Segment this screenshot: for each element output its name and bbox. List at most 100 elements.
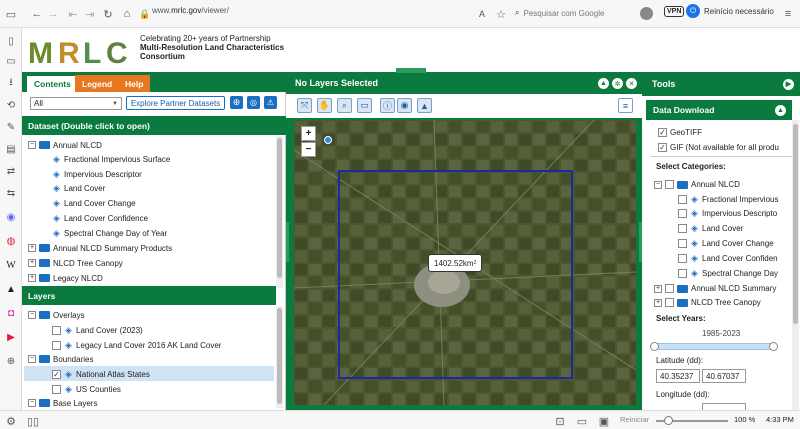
- profile-avatar-icon[interactable]: [640, 7, 653, 20]
- category-tree-canopy[interactable]: + NLCD Tree Canopy: [654, 296, 761, 308]
- layer-checkbox[interactable]: [52, 384, 61, 394]
- layer-item-land-cover-2023[interactable]: ◈ Land Cover (2023): [52, 323, 143, 337]
- reading-list-icon[interactable]: ▭: [4, 54, 18, 68]
- vivaldi-icon[interactable]: ◍: [4, 234, 18, 248]
- latitude-max-input[interactable]: 40.67037: [702, 369, 746, 383]
- layers-scrollbar[interactable]: [276, 306, 283, 408]
- tree-item-impervious-descriptor[interactable]: ◈ Impervious Descriptor: [52, 167, 142, 181]
- category-annual-nlcd[interactable]: − Annual NLCD: [654, 178, 740, 191]
- layer-group-overlays[interactable]: − Overlays: [28, 308, 85, 322]
- restart-button[interactable]: ⏻ Reinício necessário: [686, 4, 774, 18]
- mastodon-icon[interactable]: ◉: [4, 210, 18, 224]
- left-splitter[interactable]: [286, 222, 289, 262]
- lock-icon[interactable]: 🔒: [137, 6, 153, 22]
- tools-scrollbar[interactable]: [792, 120, 799, 410]
- history-icon[interactable]: ⟲: [4, 98, 18, 112]
- zoom-slider-handle[interactable]: [664, 416, 673, 425]
- tile-icon[interactable]: ▭: [574, 413, 590, 429]
- checkbox-checked[interactable]: ✓: [658, 128, 667, 137]
- layer-item-national-atlas-states[interactable]: ✓ ◈ National Atlas States: [52, 367, 150, 381]
- category-land-cover[interactable]: ◈ Land Cover: [678, 222, 743, 235]
- identify-icon[interactable]: ⓘ: [380, 98, 395, 113]
- panel-toggle-icon[interactable]: ▯▯: [25, 413, 41, 429]
- sync-icon[interactable]: ⇆: [4, 186, 18, 200]
- close-icon[interactable]: ✕: [626, 78, 637, 89]
- full-extent-icon[interactable]: ⤧: [297, 98, 312, 113]
- reset-zoom-button[interactable]: Reiniciar: [620, 415, 649, 424]
- format-gif[interactable]: ✓ GIF (Not available for all produ: [658, 141, 792, 154]
- tab-contents[interactable]: Contents: [26, 75, 79, 92]
- address-bar[interactable]: www.mrlc.gov/viewer/: [152, 6, 229, 15]
- years-slider[interactable]: [650, 342, 778, 351]
- category-checkbox[interactable]: [678, 209, 687, 218]
- pan-hand-icon[interactable]: ✋: [317, 98, 332, 113]
- warning-icon[interactable]: ⚠: [264, 96, 277, 109]
- tab-legend[interactable]: Legend: [75, 75, 120, 92]
- layer-item-us-counties[interactable]: ◈ US Counties: [52, 382, 121, 396]
- filter-select[interactable]: All ▼: [30, 97, 122, 110]
- downloads-icon[interactable]: ⭳: [4, 76, 18, 90]
- selection-extent-box[interactable]: [338, 170, 573, 379]
- translate-icon[interactable]: A: [474, 6, 490, 22]
- home-icon[interactable]: ⌂: [119, 6, 135, 22]
- add-panel-icon[interactable]: ⊕: [4, 354, 18, 368]
- skip-forward-icon[interactable]: ⇥: [82, 6, 98, 22]
- data-download-header[interactable]: Data Download ▲: [646, 100, 792, 120]
- dataset-scrollbar[interactable]: [276, 136, 283, 288]
- scroll-thumb[interactable]: [277, 138, 282, 278]
- longitude-input[interactable]: [702, 403, 746, 410]
- layer-group-base-layers[interactable]: − Base Layers: [28, 396, 97, 410]
- tree-item-fractional-impervious[interactable]: ◈ Fractional Impervious Surface: [52, 152, 170, 166]
- category-spectral-change[interactable]: ◈ Spectral Change Day: [678, 267, 778, 280]
- latitude-min-input[interactable]: 40.35237: [656, 369, 700, 383]
- layer-item-legacy-ak[interactable]: ◈ Legacy Land Cover 2016 AK Land Cover: [52, 338, 221, 352]
- category-checkbox[interactable]: [678, 239, 687, 248]
- reload-icon[interactable]: ↻: [100, 6, 116, 22]
- menu-icon[interactable]: ≡: [780, 6, 796, 22]
- map-canvas[interactable]: 1402.52km 2 + −: [294, 120, 636, 405]
- collapse-up-icon[interactable]: ▲: [598, 78, 609, 89]
- adidas-icon[interactable]: ▲: [4, 282, 18, 296]
- list-menu-icon[interactable]: ≡: [618, 98, 633, 113]
- mrlc-logo[interactable]: M R L C: [28, 34, 136, 70]
- zoom-slider[interactable]: [656, 416, 728, 425]
- category-checkbox[interactable]: [665, 298, 674, 307]
- slider-start-handle[interactable]: [650, 342, 659, 351]
- category-summary-products[interactable]: + Annual NLCD Summary: [654, 282, 776, 295]
- wikipedia-icon[interactable]: W: [4, 258, 18, 272]
- layer-checkbox[interactable]: [52, 340, 61, 350]
- forward-icon[interactable]: →: [45, 6, 61, 22]
- tree-item-annual-nlcd[interactable]: − Annual NLCD: [28, 138, 102, 152]
- scroll-thumb[interactable]: [277, 308, 282, 404]
- bookmark-star-icon[interactable]: ☆: [493, 6, 509, 22]
- zoom-icon[interactable]: ⌕: [337, 98, 352, 113]
- location-dot-icon[interactable]: [324, 136, 332, 144]
- tab-help[interactable]: Help: [118, 75, 151, 92]
- tree-item-tree-canopy[interactable]: + NLCD Tree Canopy: [28, 256, 123, 270]
- category-checkbox[interactable]: [678, 254, 687, 263]
- category-checkbox[interactable]: [678, 224, 687, 233]
- category-checkbox[interactable]: [665, 284, 674, 293]
- layer-checkbox[interactable]: [52, 325, 61, 335]
- tree-item-land-cover-change[interactable]: ◈ Land Cover Change: [52, 196, 136, 210]
- category-fractional-impervious[interactable]: ◈ Fractional Impervious: [678, 193, 778, 206]
- draw-extent-icon[interactable]: ▭: [357, 98, 372, 113]
- tree-item-land-cover[interactable]: ◈ Land Cover: [52, 181, 105, 195]
- format-geotiff[interactable]: ✓ GeoTIFF: [658, 126, 702, 139]
- target-icon[interactable]: ◎: [247, 96, 260, 109]
- back-icon[interactable]: ←: [29, 6, 45, 22]
- zoom-in-button[interactable]: +: [301, 126, 316, 141]
- bookmarks-icon[interactable]: ▯: [4, 34, 18, 48]
- checkbox-checked[interactable]: ✓: [658, 143, 667, 152]
- scroll-thumb[interactable]: [793, 124, 798, 324]
- tree-item-summary-products[interactable]: + Annual NLCD Summary Products: [28, 241, 172, 255]
- capture-icon[interactable]: ⊡: [552, 413, 568, 429]
- tabs-icon[interactable]: ▭: [3, 6, 19, 22]
- youtube-icon[interactable]: ▶: [4, 330, 18, 344]
- settings-icon[interactable]: ✲: [612, 78, 623, 89]
- layer-group-boundaries[interactable]: − Boundaries: [28, 352, 93, 366]
- slider-end-handle[interactable]: [769, 342, 778, 351]
- resize-handle[interactable]: [396, 68, 426, 73]
- search-input[interactable]: ⌕ Pesquisar com Google: [515, 6, 630, 20]
- instagram-icon[interactable]: ◘: [4, 306, 18, 320]
